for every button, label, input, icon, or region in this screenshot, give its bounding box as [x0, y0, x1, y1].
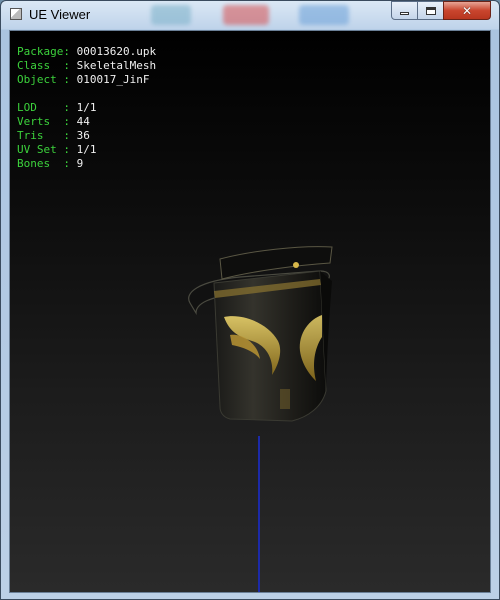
info-row-tris: Tris : 36 [17, 129, 156, 143]
close-button[interactable]: ✕ [443, 1, 491, 20]
ue-viewer-window: UE Viewer ✕ Package: 00013620.upk Class … [0, 0, 500, 600]
info-label: Class : [17, 59, 70, 72]
minimize-icon [400, 12, 409, 15]
info-label: Tris : [17, 129, 70, 142]
info-value: 9 [76, 157, 84, 170]
skeletal-mesh-model [188, 246, 333, 422]
info-label: UV Set : [17, 143, 70, 156]
blurred-tile [299, 5, 349, 25]
info-value: 1/1 [76, 101, 97, 114]
close-icon: ✕ [461, 3, 473, 18]
info-row-lod: LOD : 1/1 [17, 101, 156, 115]
info-label: Bones : [17, 157, 70, 170]
minimize-button[interactable] [391, 1, 418, 20]
info-label: LOD : [17, 101, 70, 114]
origin-axis-line [258, 436, 260, 592]
window-title: UE Viewer [29, 7, 91, 22]
info-row-verts: Verts : 44 [17, 115, 156, 129]
info-value: 010017_JinF [76, 73, 150, 86]
info-row-package: Package: 00013620.upk [17, 45, 156, 59]
blurred-tile [151, 5, 191, 25]
render-viewport[interactable]: Package: 00013620.upk Class : SkeletalMe… [9, 30, 491, 593]
blurred-tile [223, 5, 269, 25]
info-label: Verts : [17, 115, 70, 128]
info-row-bones: Bones : 9 [17, 157, 156, 171]
maximize-icon [425, 6, 436, 15]
mesh-engraving [280, 389, 290, 409]
mesh-gold-ornament [293, 262, 299, 268]
info-row-uv-set: UV Set : 1/1 [17, 143, 156, 157]
blurred-background-tiles [141, 3, 391, 27]
mesh-info-overlay: Package: 00013620.upk Class : SkeletalMe… [17, 45, 156, 171]
info-value: 00013620.upk [76, 45, 157, 58]
info-value: 36 [76, 129, 90, 142]
info-value: SkeletalMesh [76, 59, 157, 72]
info-label: Object : [17, 73, 70, 86]
title-bar[interactable]: UE Viewer ✕ [1, 1, 499, 30]
app-icon[interactable] [10, 8, 22, 20]
info-value: 1/1 [76, 143, 97, 156]
maximize-button[interactable] [417, 1, 444, 20]
info-row-class: Class : SkeletalMesh [17, 59, 156, 73]
info-label: Package: [17, 45, 70, 58]
info-value: 44 [76, 115, 90, 128]
info-row-object: Object : 010017_JinF [17, 73, 156, 87]
